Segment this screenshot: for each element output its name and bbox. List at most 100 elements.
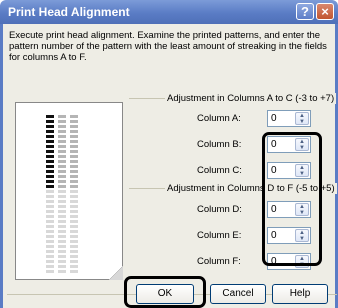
pattern-square [58, 135, 66, 138]
pattern-square [70, 175, 78, 178]
column-a-spinner[interactable]: 0 ▲ ▼ [267, 110, 311, 127]
pattern-square [46, 130, 54, 133]
pattern-square [70, 260, 78, 263]
pattern-square [58, 210, 66, 213]
pattern-square [70, 150, 78, 153]
pattern-square [46, 210, 54, 213]
pattern-square [58, 115, 66, 118]
pattern-square [70, 145, 78, 148]
pattern-square [46, 260, 54, 263]
pattern-square [70, 230, 78, 233]
pattern-square [46, 225, 54, 228]
column-f-label: Column F: [197, 256, 241, 267]
pattern-square [58, 155, 66, 158]
pattern-square [46, 165, 54, 168]
pattern-square [70, 170, 78, 173]
pattern-square [58, 235, 66, 238]
pattern-square [70, 120, 78, 123]
page-fold-icon [109, 266, 123, 280]
pattern-square [46, 150, 54, 153]
pattern-square [70, 215, 78, 218]
pattern-square [70, 125, 78, 128]
pattern-square [58, 140, 66, 143]
pattern-square [70, 140, 78, 143]
pattern-square [58, 125, 66, 128]
close-icon[interactable]: × [316, 3, 334, 20]
pattern-square [70, 200, 78, 203]
pattern-square [58, 260, 66, 263]
pattern-square [58, 175, 66, 178]
pattern-square [58, 240, 66, 243]
pattern-square [46, 270, 54, 273]
pattern-square [70, 255, 78, 258]
pattern-square [58, 245, 66, 248]
pattern-square [70, 185, 78, 188]
help-icon[interactable]: ? [296, 3, 314, 20]
pattern-square [46, 220, 54, 223]
pattern-square [70, 210, 78, 213]
pattern-square [58, 220, 66, 223]
pattern-square [58, 250, 66, 253]
pattern-square [46, 155, 54, 158]
pattern-square [58, 165, 66, 168]
column-b-label: Column B: [197, 139, 242, 150]
instructions-text: Execute print head alignment. Examine th… [9, 30, 327, 63]
pattern-square [46, 135, 54, 138]
pattern-square [46, 145, 54, 148]
pattern-square [70, 265, 78, 268]
column-e-label: Column E: [197, 230, 242, 241]
pattern-square [46, 170, 54, 173]
pattern-square [58, 255, 66, 258]
pattern-square [70, 240, 78, 243]
pattern-square [58, 160, 66, 163]
pattern-square [70, 130, 78, 133]
pattern-square [70, 155, 78, 158]
pattern-square [70, 195, 78, 198]
pattern-square [46, 230, 54, 233]
pattern-square [58, 230, 66, 233]
pattern-square [46, 255, 54, 258]
pattern-square [70, 165, 78, 168]
pattern-square [70, 245, 78, 248]
pattern-square [58, 195, 66, 198]
pattern-square [70, 160, 78, 163]
pattern-square [70, 220, 78, 223]
pattern-square [46, 185, 54, 188]
pattern-square [58, 120, 66, 123]
pattern-square [46, 190, 54, 193]
pattern-square [46, 245, 54, 248]
pattern-square [70, 190, 78, 193]
pattern-square [70, 225, 78, 228]
pattern-square [70, 250, 78, 253]
pattern-square [58, 215, 66, 218]
pattern-square [46, 120, 54, 123]
pattern-square [70, 180, 78, 183]
column-c-label: Column C: [197, 165, 242, 176]
pattern-square [70, 135, 78, 138]
column-a-value[interactable]: 0 [271, 113, 277, 124]
pattern-square [46, 180, 54, 183]
spinner-arrows-icon[interactable]: ▲ ▼ [295, 112, 309, 125]
pattern-square [46, 115, 54, 118]
pattern-square [46, 200, 54, 203]
pattern-square [46, 215, 54, 218]
help-button[interactable]: Help [272, 284, 328, 304]
pattern-square [46, 125, 54, 128]
pattern-square [58, 185, 66, 188]
pattern-square [58, 205, 66, 208]
ok-button[interactable]: OK [136, 284, 194, 304]
pattern-square [70, 205, 78, 208]
pattern-square [46, 160, 54, 163]
pattern-square [58, 265, 66, 268]
pattern-square [46, 265, 54, 268]
pattern-square [46, 175, 54, 178]
pattern-square [58, 145, 66, 148]
pattern-square [46, 235, 54, 238]
pattern-square [46, 195, 54, 198]
group-a-c-label: Adjustment in Columns A to C (-3 to +7) [165, 93, 337, 104]
pattern-square [46, 140, 54, 143]
pattern-square [58, 270, 66, 273]
cancel-button[interactable]: Cancel [210, 284, 266, 304]
print-pattern-preview [15, 102, 123, 280]
pattern-square [70, 115, 78, 118]
